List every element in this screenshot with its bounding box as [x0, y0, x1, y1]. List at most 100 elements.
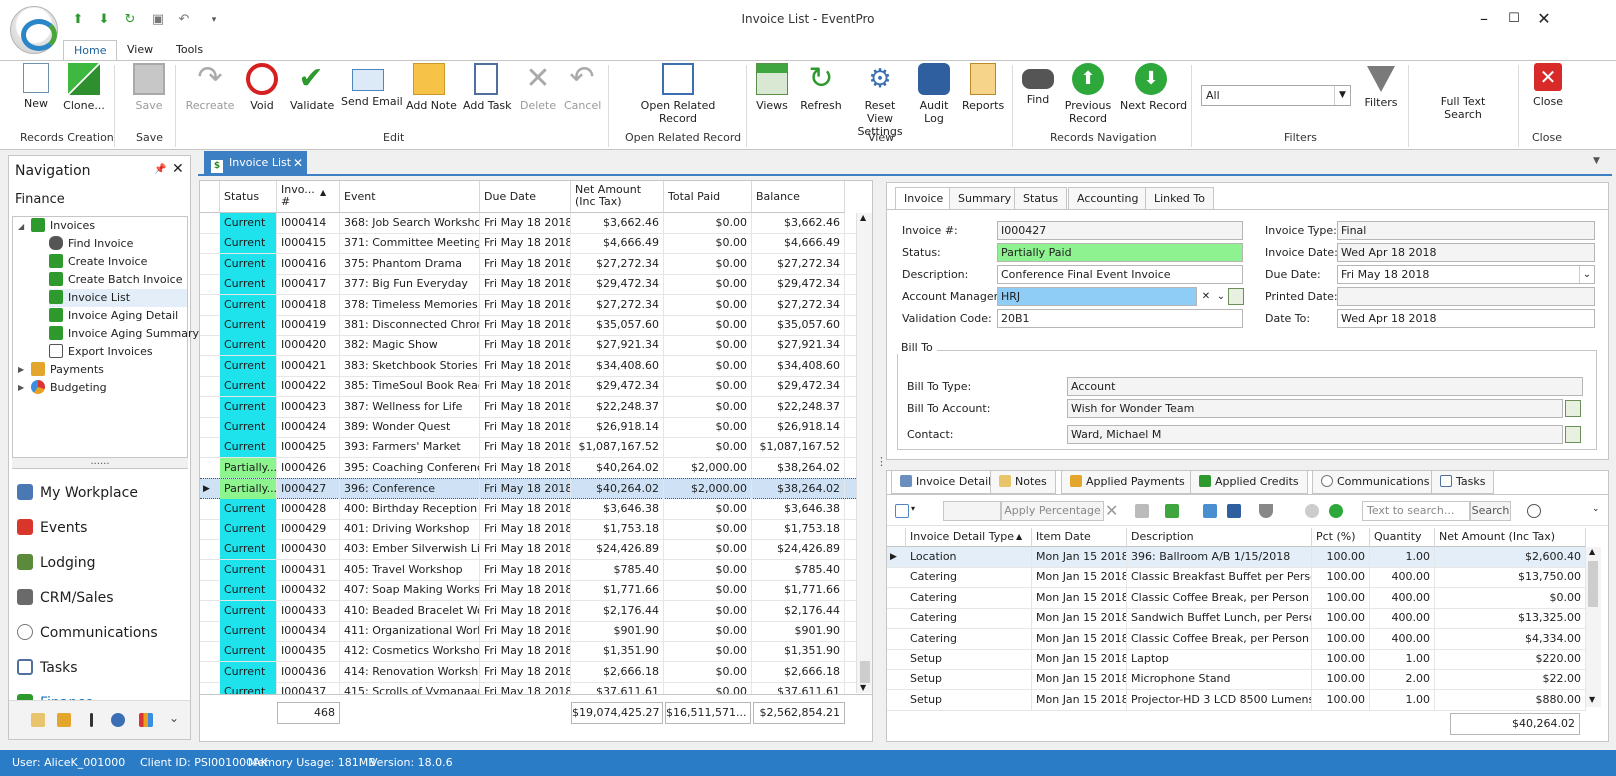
table-row[interactable]: Current I000423 387: Wellness for Life Fri … — [200, 396, 856, 418]
grid-vertical-scrollbar[interactable]: ▲ ▼ — [856, 213, 872, 693]
tree-item-invoice-aging-detail[interactable]: Invoice Aging Detail — [49, 307, 178, 325]
table-row[interactable]: Current I000425 393: Farmers' Market Fri Ma… — [200, 437, 856, 459]
table-row[interactable]: ▶ Location Mon Jan 15 2018 396: Ballroom A/… — [887, 547, 1586, 568]
send-email-button[interactable]: Send Email — [341, 63, 403, 133]
table-row[interactable]: Current I000421 383: Sketchbook Stories Fri… — [200, 355, 856, 377]
refresh-button[interactable]: ↻ Refresh — [800, 63, 842, 133]
chevron-down-icon[interactable]: ⌄ — [1592, 504, 1600, 514]
column-header-item-date[interactable]: Item Date — [1032, 528, 1127, 547]
collapse-icon[interactable]: ◢ — [18, 222, 24, 231]
tree-item-find-invoice[interactable]: Find Invoice — [49, 235, 133, 253]
sort-arrows-icon[interactable] — [90, 713, 93, 727]
tab-linked-to[interactable]: Linked To — [1145, 187, 1214, 209]
globe-icon[interactable] — [111, 713, 125, 727]
next-record-button[interactable]: ⬇ Next Record — [1120, 63, 1187, 133]
bill-to-account-field[interactable]: Wish for Wonder Team — [1067, 399, 1563, 418]
table-row[interactable]: Catering Mon Jan 15 2018 Classic Coffee Br… — [887, 587, 1586, 609]
tab-communications[interactable]: Communications — [1312, 471, 1439, 494]
table-row[interactable]: CurrentI000432407: Soap Making WorkshopF… — [200, 580, 856, 602]
table-row[interactable]: Current I000434 411: Organizational Work..… — [200, 621, 856, 642]
due-date-field[interactable]: Fri May 18 2018 ⌄ — [1337, 265, 1595, 284]
notes-icon[interactable] — [31, 713, 45, 727]
new-button[interactable]: New — [20, 63, 52, 133]
validation-code-field[interactable]: 20B1 — [997, 309, 1243, 328]
nav-module-my-workplace[interactable]: My Workplace — [17, 476, 138, 510]
invoice-date-field[interactable]: Wed Apr 18 2018 — [1337, 243, 1595, 262]
table-row[interactable]: Current I000418 378: Timeless Memories Fri … — [200, 294, 856, 316]
nav-module-communications[interactable]: Communications — [17, 616, 158, 650]
column-header-net-amount[interactable]: Net Amount (Inc Tax) — [571, 181, 664, 213]
table-row[interactable]: Current I000414 368: Job Search Workshops F… — [200, 213, 856, 234]
chart-icon[interactable] — [139, 713, 153, 727]
scroll-up-icon[interactable]: ▲ — [860, 213, 866, 222]
app-menu-button[interactable] — [10, 6, 58, 54]
chevron-down-icon[interactable]: ▾ — [911, 504, 915, 513]
status-field[interactable]: Partially Paid — [997, 243, 1243, 262]
table-row[interactable]: Setup Mon Jan 15 2018 Projector-HD 3 LCD 8… — [887, 689, 1586, 711]
tree-item-invoice-list[interactable]: Invoice List — [49, 289, 187, 307]
contact-field[interactable]: Ward, Michael M — [1067, 425, 1563, 444]
column-header-status[interactable]: Status — [220, 181, 277, 213]
table-row[interactable]: Current I000430 403: Ember Silverwish Live… — [200, 539, 856, 561]
audit-log-button[interactable]: Audit Log — [918, 63, 950, 133]
chevron-down-icon[interactable]: ⌄ — [1579, 266, 1594, 283]
table-row[interactable]: Current I000428 400: Birthday Reception Fri… — [200, 498, 856, 520]
filter-icon[interactable] — [1259, 504, 1273, 518]
tree-item-create-batch-invoice[interactable]: Create Batch Invoice — [49, 271, 183, 289]
scroll-thumb[interactable] — [860, 661, 870, 683]
apply-percentage-button[interactable]: Apply Percentage — [1001, 501, 1104, 521]
account-manager-field[interactable]: HRJ — [997, 287, 1197, 306]
table-row[interactable]: Current I000424 389: Wonder Quest Fri May 1… — [200, 417, 856, 438]
column-header-description[interactable]: Description — [1127, 528, 1312, 547]
column-header-balance[interactable]: Balance — [752, 181, 845, 213]
column-header-quantity[interactable]: Quantity — [1370, 528, 1435, 547]
tree-item-invoice-aging-summary[interactable]: Invoice Aging Summary — [49, 325, 199, 343]
nav-module-events[interactable]: Events — [17, 511, 87, 545]
nav-splitter[interactable]: ...... — [12, 457, 188, 469]
nav-module-lodging[interactable]: Lodging — [17, 546, 96, 580]
add-note-button[interactable]: Add Note — [406, 63, 457, 133]
table-row[interactable]: Setup Mon Jan 15 2018 Microphone Stand 100.… — [887, 669, 1586, 691]
tab-notes[interactable]: Notes — [990, 471, 1056, 494]
maximize-button[interactable]: ☐ — [1500, 8, 1528, 30]
next-icon[interactable] — [1329, 504, 1343, 518]
new-detail-icon[interactable] — [895, 504, 909, 518]
tree-item-invoices[interactable]: Invoices — [31, 217, 95, 235]
reset-view-settings-button[interactable]: ⚙ Reset View Settings — [850, 63, 910, 138]
search-input[interactable]: Text to search... — [1362, 501, 1470, 521]
expand-icon[interactable]: ▶ — [18, 383, 24, 392]
tab-invoice-list[interactable]: $ Invoice List ✕ — [204, 151, 307, 176]
table-row[interactable]: Current I000429 401: Driving Workshop Fri M… — [200, 519, 856, 540]
table-row[interactable]: ▶ Partially... I000427 396: Conference Fri M… — [200, 478, 856, 500]
tree-item-payments[interactable]: Payments — [31, 361, 104, 379]
views-button[interactable]: Views — [756, 63, 788, 133]
add-task-button[interactable]: Add Task — [463, 63, 512, 133]
export-icon[interactable] — [1203, 504, 1217, 518]
delete-x-icon[interactable]: ✕ — [1105, 501, 1118, 520]
validate-button[interactable]: ✔ Validate — [290, 63, 334, 133]
copy-icon[interactable] — [1135, 504, 1149, 518]
clear-icon[interactable]: ✕ — [1198, 288, 1214, 305]
grid-view-icon[interactable] — [1165, 504, 1179, 518]
bill-to-type-field[interactable]: Account — [1067, 377, 1583, 396]
table-row[interactable]: CurrentI000422385: TimeSoul Book Reading… — [200, 376, 856, 398]
tab-view[interactable]: View — [117, 40, 163, 60]
search-button[interactable]: Search — [1470, 501, 1511, 521]
table-row[interactable]: Current I000415 371: Committee Meeting Fri … — [200, 233, 856, 255]
chevron-down-icon[interactable]: ⌄ — [169, 711, 179, 725]
tab-home[interactable]: Home — [63, 40, 118, 61]
table-row[interactable]: Current I000433 410: Beaded Bracelet Wo...… — [200, 600, 856, 622]
scroll-up-icon[interactable]: ▲ — [1589, 547, 1595, 556]
minimize-button[interactable]: – — [1470, 8, 1498, 30]
tab-applied-credits[interactable]: Applied Credits — [1190, 471, 1308, 494]
nav-module-crm-sales[interactable]: CRM/Sales — [17, 581, 114, 615]
table-row[interactable]: Catering Mon Jan 15 2018 Classic Coffee Br… — [887, 628, 1586, 650]
table-row[interactable]: Catering Mon Jan 15 2018 Classic Breakfast… — [887, 567, 1586, 589]
invoice-type-field[interactable]: Final — [1337, 221, 1595, 240]
lookup-icon[interactable] — [1228, 288, 1244, 305]
filters-button[interactable]: Filters — [1363, 63, 1399, 133]
table-row[interactable]: Current I000420 382: Magic Show Fri May 18 … — [200, 335, 856, 357]
table-row[interactable]: Current I000436 414: Renovation Workshop Fr… — [200, 661, 856, 683]
printed-date-field[interactable] — [1337, 287, 1595, 306]
column-header-net-amount[interactable]: Net Amount (Inc Tax) — [1435, 528, 1586, 547]
